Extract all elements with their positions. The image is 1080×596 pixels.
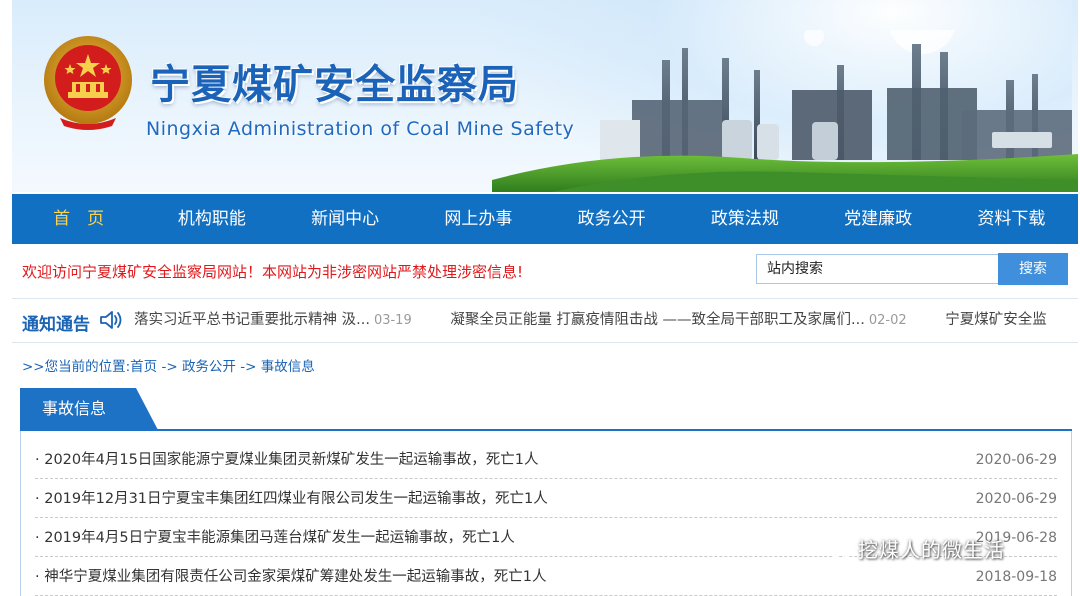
nav-item-gov-affairs[interactable]: 政务公开 bbox=[545, 194, 678, 244]
site-title: 宁夏煤矿安全监察局 bbox=[150, 62, 519, 108]
breadcrumb-separator: -> bbox=[157, 359, 182, 375]
watermark-text: 挖煤人的微生活 bbox=[858, 537, 1005, 562]
notice-ticker: 落实习近平总书记重要批示精神 汲... 03-19 凝聚全员正能量 打赢疫情阻击战… bbox=[134, 298, 1060, 342]
nav-item-party-building[interactable]: 党建廉政 bbox=[812, 194, 945, 244]
nav-item-online-services[interactable]: 网上办事 bbox=[412, 194, 545, 244]
notice-item[interactable]: 凝聚全员正能量 打赢疫情阻击战 ——致全局干部职工及家属们... 02-02 bbox=[450, 298, 906, 342]
breadcrumb-gov-affairs-link[interactable]: 政务公开 bbox=[182, 359, 236, 375]
accident-list: · 2020年4月15日国家能源宁夏煤业集团灵新煤矿发生一起运输事故，死亡1人 … bbox=[20, 431, 1072, 596]
header-banner: 宁夏煤矿安全监察局 Ningxia Administration of Coal… bbox=[12, 0, 1078, 192]
notice-item[interactable]: 宁夏煤矿安全监 bbox=[945, 298, 1047, 342]
wechat-watermark: 挖煤人的微生活 bbox=[822, 530, 1005, 566]
divider bbox=[12, 342, 1078, 343]
list-item[interactable]: · 2019年12月31日宁夏宝丰集团红四煤业有限公司发生一起运输事故，死亡1人… bbox=[35, 480, 1057, 518]
nav-item-news[interactable]: 新闻中心 bbox=[279, 194, 412, 244]
page: 宁夏煤矿安全监察局 Ningxia Administration of Coal… bbox=[0, 0, 1080, 596]
list-item-title[interactable]: · 2020年4月15日国家能源宁夏煤业集团灵新煤矿发生一起运输事故，死亡1人 bbox=[35, 441, 539, 479]
wechat-icon bbox=[823, 537, 851, 559]
notice-item[interactable]: 落实习近平总书记重要批示精神 汲... 03-19 bbox=[134, 298, 412, 342]
section-title-tab: 事故信息 bbox=[20, 388, 158, 430]
speaker-icon bbox=[100, 311, 122, 329]
welcome-notice: 欢迎访问宁夏煤矿安全监察局网站！本网站为非涉密网站严禁处理涉密信息! bbox=[22, 263, 524, 281]
national-emblem-icon bbox=[44, 36, 132, 130]
list-item-title[interactable]: · 2019年12月31日宁夏宝丰集团红四煤业有限公司发生一起运输事故，死亡1人 bbox=[35, 480, 548, 518]
breadcrumb-home-link[interactable]: 首页 bbox=[130, 359, 157, 375]
list-item[interactable]: · 2020年4月15日国家能源宁夏煤业集团灵新煤矿发生一起运输事故，死亡1人 … bbox=[35, 441, 1057, 479]
list-item-title[interactable]: · 神华宁夏煤业集团有限责任公司金家渠煤矿筹建处发生一起运输事故，死亡1人 bbox=[35, 558, 546, 596]
notice-item-date: 03-19 bbox=[373, 313, 412, 328]
breadcrumb-separator: -> bbox=[235, 359, 261, 375]
search-input[interactable]: 站内搜索 bbox=[756, 254, 1000, 284]
notice-item-date: 02-02 bbox=[868, 313, 907, 328]
notice-item-title[interactable]: 凝聚全员正能量 打赢疫情阻击战 ——致全局干部职工及家属们... bbox=[450, 312, 865, 328]
nav-item-downloads[interactable]: 资料下载 bbox=[945, 194, 1078, 244]
list-item-date: 2020-06-29 bbox=[975, 452, 1057, 468]
search-button[interactable]: 搜索 bbox=[998, 253, 1068, 285]
notice-item-title[interactable]: 落实习近平总书记重要批示精神 汲... bbox=[134, 312, 370, 328]
main-nav: 首 页 机构职能 新闻中心 网上办事 政务公开 政策法规 党建廉政 资料下载 bbox=[12, 194, 1078, 244]
nav-item-home[interactable]: 首 页 bbox=[12, 194, 145, 244]
industrial-plant-illustration bbox=[492, 30, 1078, 192]
nav-item-policies[interactable]: 政策法规 bbox=[678, 194, 811, 244]
breadcrumb-prefix: >>您当前的位置: bbox=[22, 359, 131, 375]
nav-item-functions[interactable]: 机构职能 bbox=[145, 194, 278, 244]
list-item-date: 2020-06-29 bbox=[975, 491, 1057, 507]
breadcrumb: >>您当前的位置:首页 -> 政务公开 -> 事故信息 bbox=[22, 355, 315, 375]
list-item-title[interactable]: · 2019年4月5日宁夏宝丰能源集团马莲台煤矿发生一起运输事故，死亡1人 bbox=[35, 519, 515, 557]
breadcrumb-accident-info-link[interactable]: 事故信息 bbox=[261, 359, 315, 375]
notice-item-title[interactable]: 宁夏煤矿安全监 bbox=[945, 312, 1047, 328]
notice-title: 通知通告 bbox=[22, 315, 90, 335]
